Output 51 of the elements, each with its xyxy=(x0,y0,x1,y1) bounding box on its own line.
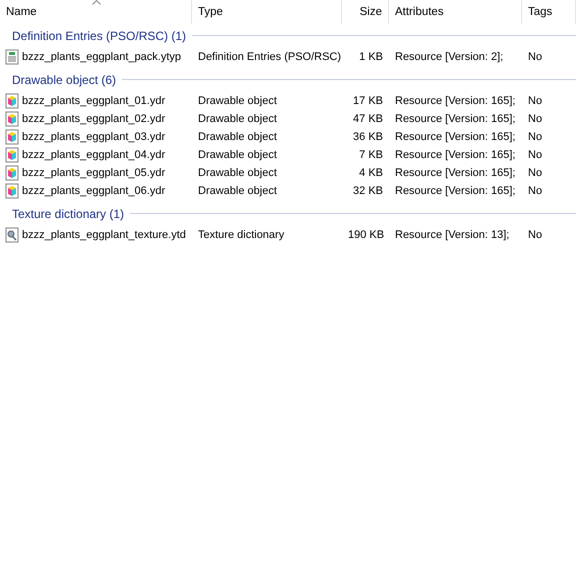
color-cube-icon xyxy=(5,129,19,145)
file-size: 1 KB xyxy=(358,50,384,65)
color-cube-icon xyxy=(5,165,19,181)
file-tags: No xyxy=(522,48,576,66)
file-type: Drawable object xyxy=(197,166,278,181)
file-tags: No xyxy=(522,182,576,200)
file-tags: No xyxy=(522,92,576,110)
file-attributes: Resource [Version: 165]; xyxy=(394,148,516,163)
file-size: 7 KB xyxy=(358,148,384,163)
file-attributes: Resource [Version: 2]; xyxy=(394,50,504,65)
file-attributes: Resource [Version: 13]; xyxy=(394,228,510,243)
file-name: bzzz_plants_eggplant_04.ydr xyxy=(22,148,166,163)
file-attributes: Resource [Version: 165]; xyxy=(394,112,516,127)
color-cube-icon xyxy=(5,111,19,127)
file-size: 17 KB xyxy=(352,94,384,109)
group-header[interactable]: Drawable object (6) xyxy=(12,70,116,88)
file-type: Drawable object xyxy=(197,148,278,163)
file-name: bzzz_plants_eggplant_texture.ytd xyxy=(22,228,186,243)
file-name: bzzz_plants_eggplant_06.ydr xyxy=(22,184,166,199)
file-attributes: Resource [Version: 165]; xyxy=(394,184,516,199)
file-name: bzzz_plants_eggplant_02.ydr xyxy=(22,112,166,127)
file-name: bzzz_plants_eggplant_03.ydr xyxy=(22,130,166,145)
sort-caret-icon xyxy=(92,0,100,5)
file-name: bzzz_plants_eggplant_pack.ytyp xyxy=(22,50,181,65)
color-cube-icon xyxy=(5,183,19,199)
file-name: bzzz_plants_eggplant_05.ydr xyxy=(22,166,166,181)
file-size: 32 KB xyxy=(352,184,384,199)
file-type: Drawable object xyxy=(197,112,278,127)
file-tags: No xyxy=(522,146,576,164)
file-type: Drawable object xyxy=(197,130,278,145)
group-header[interactable]: Texture dictionary (1) xyxy=(12,204,124,222)
document-icon xyxy=(5,49,19,65)
file-attributes: Resource [Version: 165]; xyxy=(394,94,516,109)
file-name: bzzz_plants_eggplant_01.ydr xyxy=(22,94,166,109)
color-cube-icon xyxy=(5,93,19,109)
file-type: Definition Entries (PSO/RSC) xyxy=(197,50,342,65)
group-header[interactable]: Definition Entries (PSO/RSC) (1) xyxy=(12,26,186,44)
file-tags: No xyxy=(522,164,576,182)
file-type: Drawable object xyxy=(197,94,278,109)
file-size: 4 KB xyxy=(358,166,384,181)
color-cube-icon xyxy=(5,147,19,163)
file-type: Drawable object xyxy=(197,184,278,199)
file-type: Texture dictionary xyxy=(197,228,286,243)
file-attributes: Resource [Version: 165]; xyxy=(394,166,516,181)
file-size: 36 KB xyxy=(352,130,384,145)
file-tags: No xyxy=(522,128,576,146)
file-tags: No xyxy=(522,226,576,244)
file-size: 47 KB xyxy=(352,112,384,127)
file-size: 190 KB xyxy=(347,228,386,243)
file-attributes: Resource [Version: 165]; xyxy=(394,130,516,145)
file-tags: No xyxy=(522,110,576,128)
